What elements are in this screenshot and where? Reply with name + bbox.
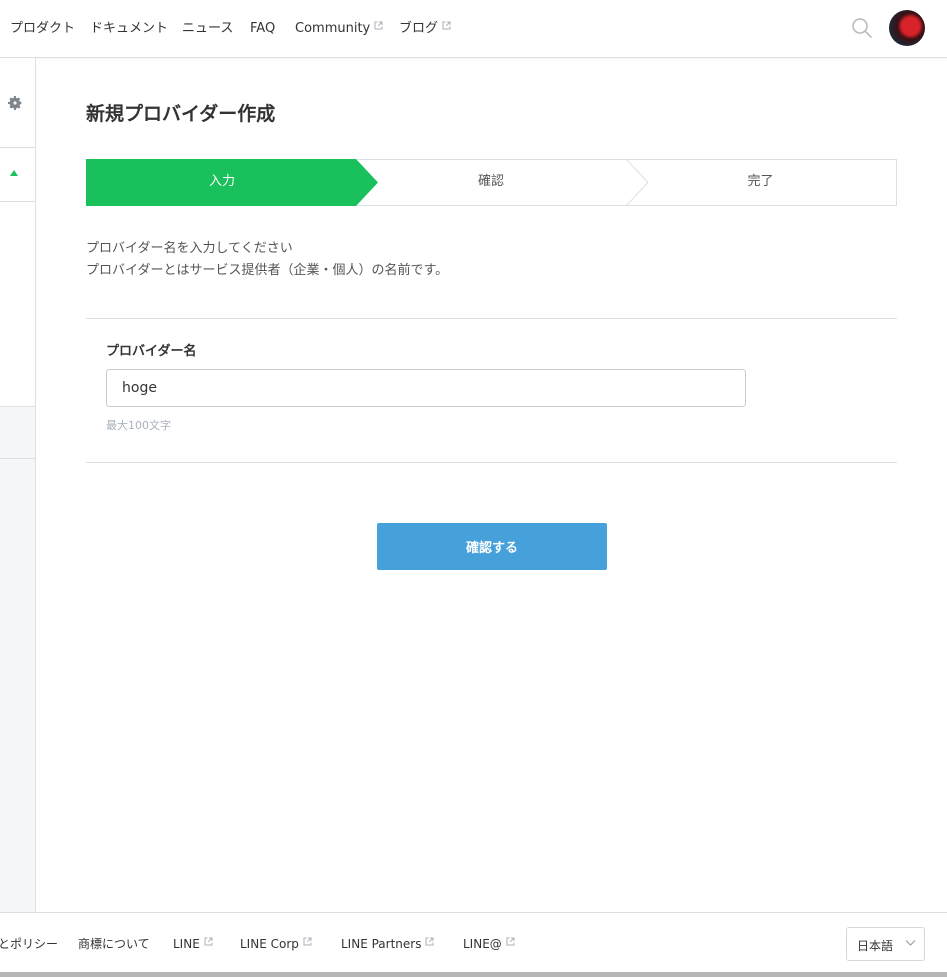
- step-progress: 入力 確認 完了: [86, 159, 897, 206]
- sidebar-settings-section: [0, 58, 35, 148]
- footer-link-label: 商標について: [78, 937, 150, 951]
- footer-link-label: LINE Partners: [341, 937, 422, 951]
- footer-bottom-bar: [0, 972, 947, 977]
- footer-link-label: とポリシー: [0, 937, 59, 951]
- footer-link-line-corp[interactable]: LINE Corp: [240, 936, 312, 952]
- triangle-up-icon[interactable]: [10, 170, 18, 176]
- divider: [86, 462, 897, 463]
- nav-item-label: プロダクト: [10, 21, 76, 36]
- external-link-icon: [425, 937, 434, 946]
- divider: [86, 318, 897, 319]
- nav-item-product[interactable]: プロダクト: [10, 20, 75, 38]
- language-select[interactable]: 日本語: [846, 927, 925, 961]
- description: プロバイダー名を入力してください プロバイダーとはサービス提供者（企業・個人）の…: [86, 238, 448, 282]
- external-link-icon: [442, 21, 451, 30]
- external-link-icon: [204, 937, 213, 946]
- footer-link-label: LINE@: [463, 937, 502, 951]
- footer-link-line-at[interactable]: LINE@: [463, 936, 515, 952]
- top-navigation: プロダクト ドキュメント ニュース FAQ Community ブログ: [0, 0, 947, 58]
- footer-link-policy[interactable]: とポリシー: [0, 936, 58, 952]
- nav-item-label: Community: [295, 21, 371, 36]
- footer-link-label: LINE Corp: [240, 937, 299, 951]
- step-input: 入力: [208, 174, 235, 189]
- step-confirm: 確認: [477, 174, 504, 189]
- provider-name-label: プロバイダー名: [106, 344, 197, 359]
- sidebar-item[interactable]: [0, 407, 35, 459]
- language-label: 日本語: [857, 939, 894, 953]
- description-line: プロバイダー名を入力してください: [86, 241, 293, 256]
- nav-item-community[interactable]: Community: [295, 20, 383, 38]
- step-complete: 完了: [747, 174, 774, 189]
- description-line: プロバイダーとはサービス提供者（企業・個人）の名前です。: [86, 263, 449, 278]
- page-title: 新規プロバイダー作成: [86, 103, 276, 125]
- footer-link-line-partners[interactable]: LINE Partners: [341, 936, 434, 952]
- avatar[interactable]: [889, 10, 925, 46]
- external-link-icon: [506, 937, 515, 946]
- footer-link-trademark[interactable]: 商標について: [78, 936, 150, 952]
- nav-item-label: ブログ: [399, 21, 439, 36]
- field-hint: 最大100文字: [106, 419, 171, 432]
- search-icon[interactable]: [851, 17, 873, 39]
- sidebar-channel-list: [0, 202, 35, 407]
- gear-icon[interactable]: [7, 95, 23, 111]
- nav-item-documents[interactable]: ドキュメント: [90, 20, 168, 38]
- footer-link-line[interactable]: LINE: [173, 936, 213, 952]
- sidebar: [0, 58, 36, 913]
- provider-name-input[interactable]: [106, 369, 746, 407]
- nav-item-blog[interactable]: ブログ: [399, 20, 451, 38]
- external-link-icon: [303, 937, 312, 946]
- confirm-button[interactable]: 確認する: [377, 523, 607, 570]
- nav-item-faq[interactable]: FAQ: [250, 20, 275, 38]
- footer: とポリシー 商標について LINE LINE Corp LINE Partner…: [0, 912, 947, 974]
- chevron-down-icon: [905, 940, 916, 946]
- nav-item-label: ドキュメント: [90, 21, 169, 36]
- footer-link-label: LINE: [173, 937, 200, 951]
- nav-item-label: FAQ: [250, 21, 276, 36]
- nav-item-label: ニュース: [182, 21, 234, 36]
- sidebar-provider-section[interactable]: [0, 148, 35, 202]
- nav-item-news[interactable]: ニュース: [182, 20, 233, 38]
- external-link-icon: [374, 21, 383, 30]
